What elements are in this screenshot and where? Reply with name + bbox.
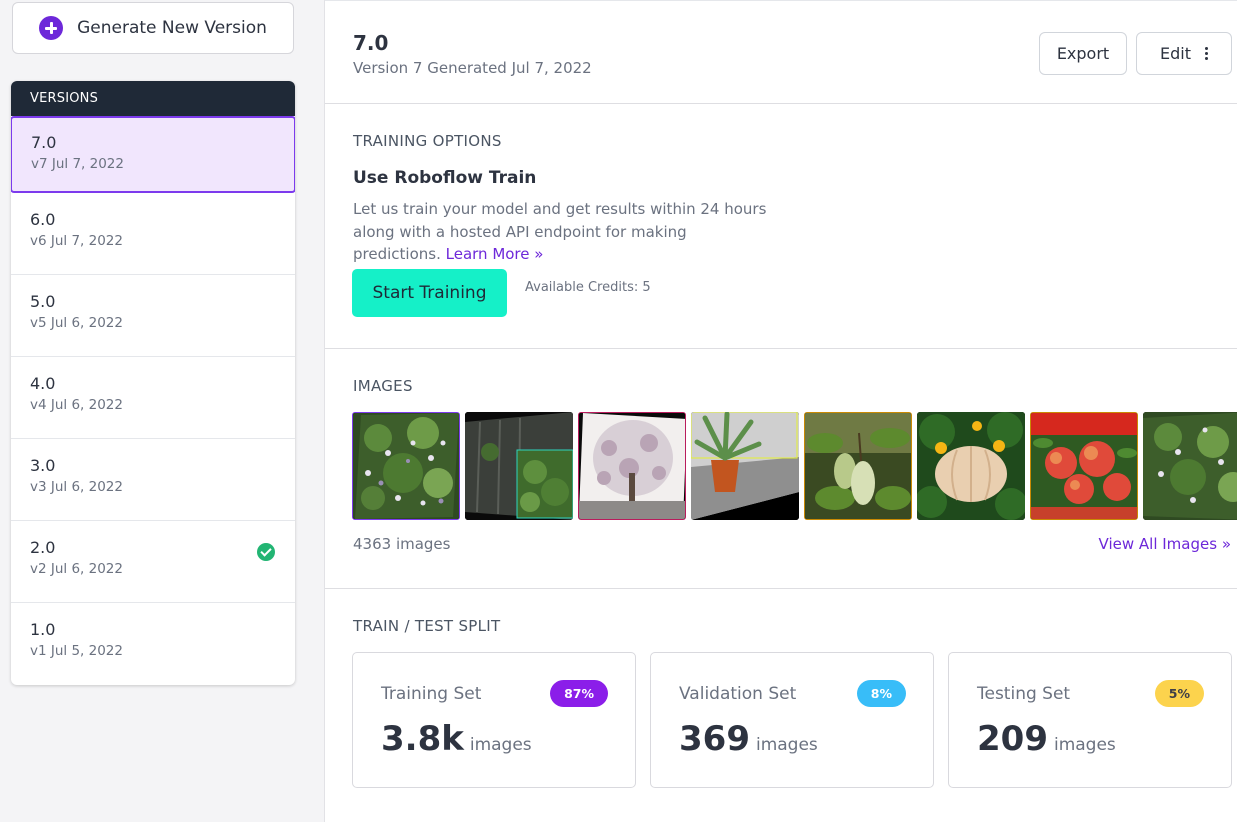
version-date: v7 Jul 7, 2022 bbox=[31, 156, 124, 172]
generate-new-version-button[interactable]: Generate New Version bbox=[12, 2, 294, 54]
edit-button[interactable]: Edit bbox=[1136, 32, 1232, 75]
card-label: Testing Set bbox=[977, 684, 1071, 704]
generate-label: Generate New Version bbox=[77, 18, 267, 38]
learn-more-link[interactable]: Learn More » bbox=[446, 245, 544, 263]
version-number: 3.0 bbox=[30, 456, 56, 475]
version-date: v6 Jul 7, 2022 bbox=[30, 233, 123, 249]
version-item-2[interactable]: 2.0 v2 Jul 6, 2022 bbox=[11, 521, 295, 603]
thumbnail-aloe-pot[interactable] bbox=[691, 412, 799, 520]
training-heading: Use Roboflow Train bbox=[353, 168, 537, 188]
version-number: 1.0 bbox=[30, 620, 56, 639]
percent-badge: 8% bbox=[856, 680, 906, 707]
testing-set-card: Testing Set 5% 209 images bbox=[948, 652, 1232, 788]
section-title: TRAINING OPTIONS bbox=[353, 132, 502, 150]
description-text: Let us train your model and get results … bbox=[353, 200, 767, 263]
plus-circle-icon bbox=[39, 16, 64, 40]
thumbnail-melons[interactable] bbox=[804, 412, 912, 520]
version-item-1[interactable]: 1.0 v1 Jul 5, 2022 bbox=[11, 603, 295, 685]
thumbnail-flower-bush[interactable] bbox=[352, 412, 460, 520]
main-panel: 7.0 Version 7 Generated Jul 7, 2022 Expo… bbox=[325, 0, 1237, 822]
value-number: 3.8k bbox=[381, 719, 464, 759]
value-unit: images bbox=[1053, 735, 1116, 755]
section-title: TRAIN / TEST SPLIT bbox=[353, 617, 501, 635]
version-date: v3 Jul 6, 2022 bbox=[30, 479, 123, 495]
version-header: 7.0 Version 7 Generated Jul 7, 2022 Expo… bbox=[325, 1, 1237, 104]
version-item-6[interactable]: 6.0 v6 Jul 7, 2022 bbox=[11, 193, 295, 275]
version-number: 2.0 bbox=[30, 538, 56, 557]
card-value: 3.8k images bbox=[381, 719, 532, 759]
training-options-section: TRAINING OPTIONS Use Roboflow Train Let … bbox=[325, 104, 1237, 349]
version-date: v2 Jul 6, 2022 bbox=[30, 561, 123, 577]
training-description: Let us train your model and get results … bbox=[353, 198, 773, 266]
available-credits: Available Credits: 5 bbox=[525, 280, 651, 295]
value-unit: images bbox=[755, 735, 818, 755]
edit-label: Edit bbox=[1160, 44, 1191, 63]
card-label: Validation Set bbox=[679, 684, 797, 704]
view-all-images-link[interactable]: View All Images » bbox=[1099, 535, 1231, 553]
version-item-7[interactable]: 7.0 v7 Jul 7, 2022 bbox=[11, 116, 295, 193]
version-item-5[interactable]: 5.0 v5 Jul 6, 2022 bbox=[11, 275, 295, 357]
percent-badge: 5% bbox=[1154, 680, 1204, 707]
images-section: IMAGES 4363 images View All Images » bbox=[325, 349, 1237, 589]
section-title: IMAGES bbox=[353, 377, 413, 395]
version-item-3[interactable]: 3.0 v3 Jul 6, 2022 bbox=[11, 439, 295, 521]
left-panel: Generate New Version VERSIONS 7.0 v7 Jul… bbox=[0, 0, 325, 822]
value-unit: images bbox=[469, 735, 532, 755]
validation-set-card: Validation Set 8% 369 images bbox=[650, 652, 934, 788]
version-number: 7.0 bbox=[31, 133, 57, 152]
version-date: v4 Jul 6, 2022 bbox=[30, 397, 123, 413]
start-training-button[interactable]: Start Training bbox=[352, 269, 507, 317]
version-date: v1 Jul 5, 2022 bbox=[30, 643, 123, 659]
more-vertical-icon bbox=[1204, 47, 1208, 60]
value-number: 209 bbox=[977, 719, 1048, 759]
training-set-card: Training Set 87% 3.8k images bbox=[352, 652, 636, 788]
version-date: v5 Jul 6, 2022 bbox=[30, 315, 123, 331]
card-value: 369 images bbox=[679, 719, 818, 759]
image-thumbnails bbox=[352, 412, 1237, 520]
page-title: 7.0 bbox=[353, 31, 389, 55]
card-label: Training Set bbox=[381, 684, 482, 704]
check-circle-icon bbox=[257, 543, 275, 561]
version-subtitle: Version 7 Generated Jul 7, 2022 bbox=[353, 59, 592, 77]
version-item-4[interactable]: 4.0 v4 Jul 6, 2022 bbox=[11, 357, 295, 439]
version-number: 6.0 bbox=[30, 210, 56, 229]
version-number: 4.0 bbox=[30, 374, 56, 393]
versions-list: VERSIONS 7.0 v7 Jul 7, 2022 6.0 v6 Jul 7… bbox=[11, 81, 295, 685]
thumbnail-peach-trees[interactable] bbox=[1030, 412, 1138, 520]
thumbnail-cherry-tree[interactable] bbox=[578, 412, 686, 520]
card-value: 209 images bbox=[977, 719, 1116, 759]
percent-badge: 87% bbox=[550, 680, 608, 707]
thumbnail-pumpkin[interactable] bbox=[917, 412, 1025, 520]
version-number: 5.0 bbox=[30, 292, 56, 311]
train-test-split-section: TRAIN / TEST SPLIT Training Set 87% 3.8k… bbox=[325, 589, 1237, 822]
value-number: 369 bbox=[679, 719, 750, 759]
image-count: 4363 images bbox=[353, 535, 451, 553]
versions-header: VERSIONS bbox=[11, 81, 295, 116]
export-button[interactable]: Export bbox=[1039, 32, 1127, 75]
thumbnail-ivy-wall[interactable] bbox=[465, 412, 573, 520]
thumbnail-flower-bush-2[interactable] bbox=[1143, 412, 1237, 520]
